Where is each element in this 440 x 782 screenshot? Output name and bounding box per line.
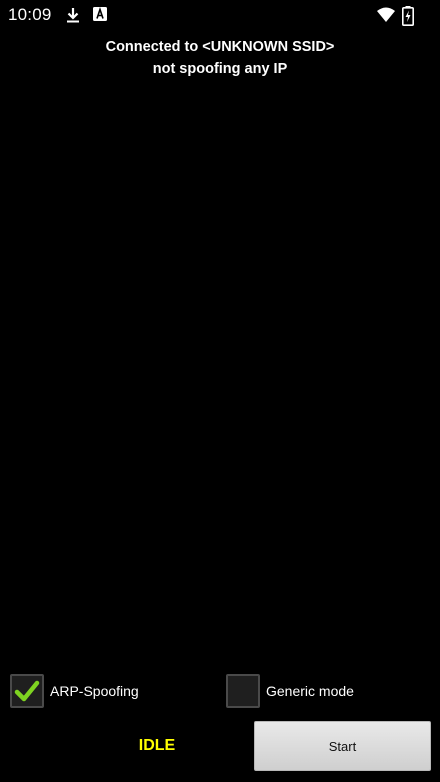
- wifi-icon: [376, 6, 396, 24]
- state-label: IDLE: [138, 737, 176, 754]
- a-notification-icon: [92, 6, 110, 24]
- spoof-status-text: not spoofing any IP: [152, 61, 288, 77]
- generic-mode-checkbox[interactable]: Generic mode: [226, 671, 354, 711]
- status-bar: 10:09: [0, 0, 440, 30]
- arp-spoofing-checkbox-box[interactable]: [10, 674, 44, 708]
- download-icon: [64, 6, 82, 24]
- connection-status-text: Connected to <UNKNOWN SSID>: [105, 39, 335, 55]
- connection-info: Connected to <UNKNOWN SSID> not spoofing…: [0, 36, 440, 80]
- battery-charging-icon: [402, 6, 414, 26]
- generic-mode-label: Generic mode: [266, 683, 354, 699]
- checkmark-icon: [14, 680, 40, 702]
- arp-spoofing-label: ARP-Spoofing: [50, 683, 139, 699]
- start-button[interactable]: Start: [254, 721, 431, 771]
- generic-mode-checkbox-box[interactable]: [226, 674, 260, 708]
- arp-spoofing-checkbox[interactable]: ARP-Spoofing: [10, 671, 139, 711]
- status-time: 10:09: [8, 5, 52, 24]
